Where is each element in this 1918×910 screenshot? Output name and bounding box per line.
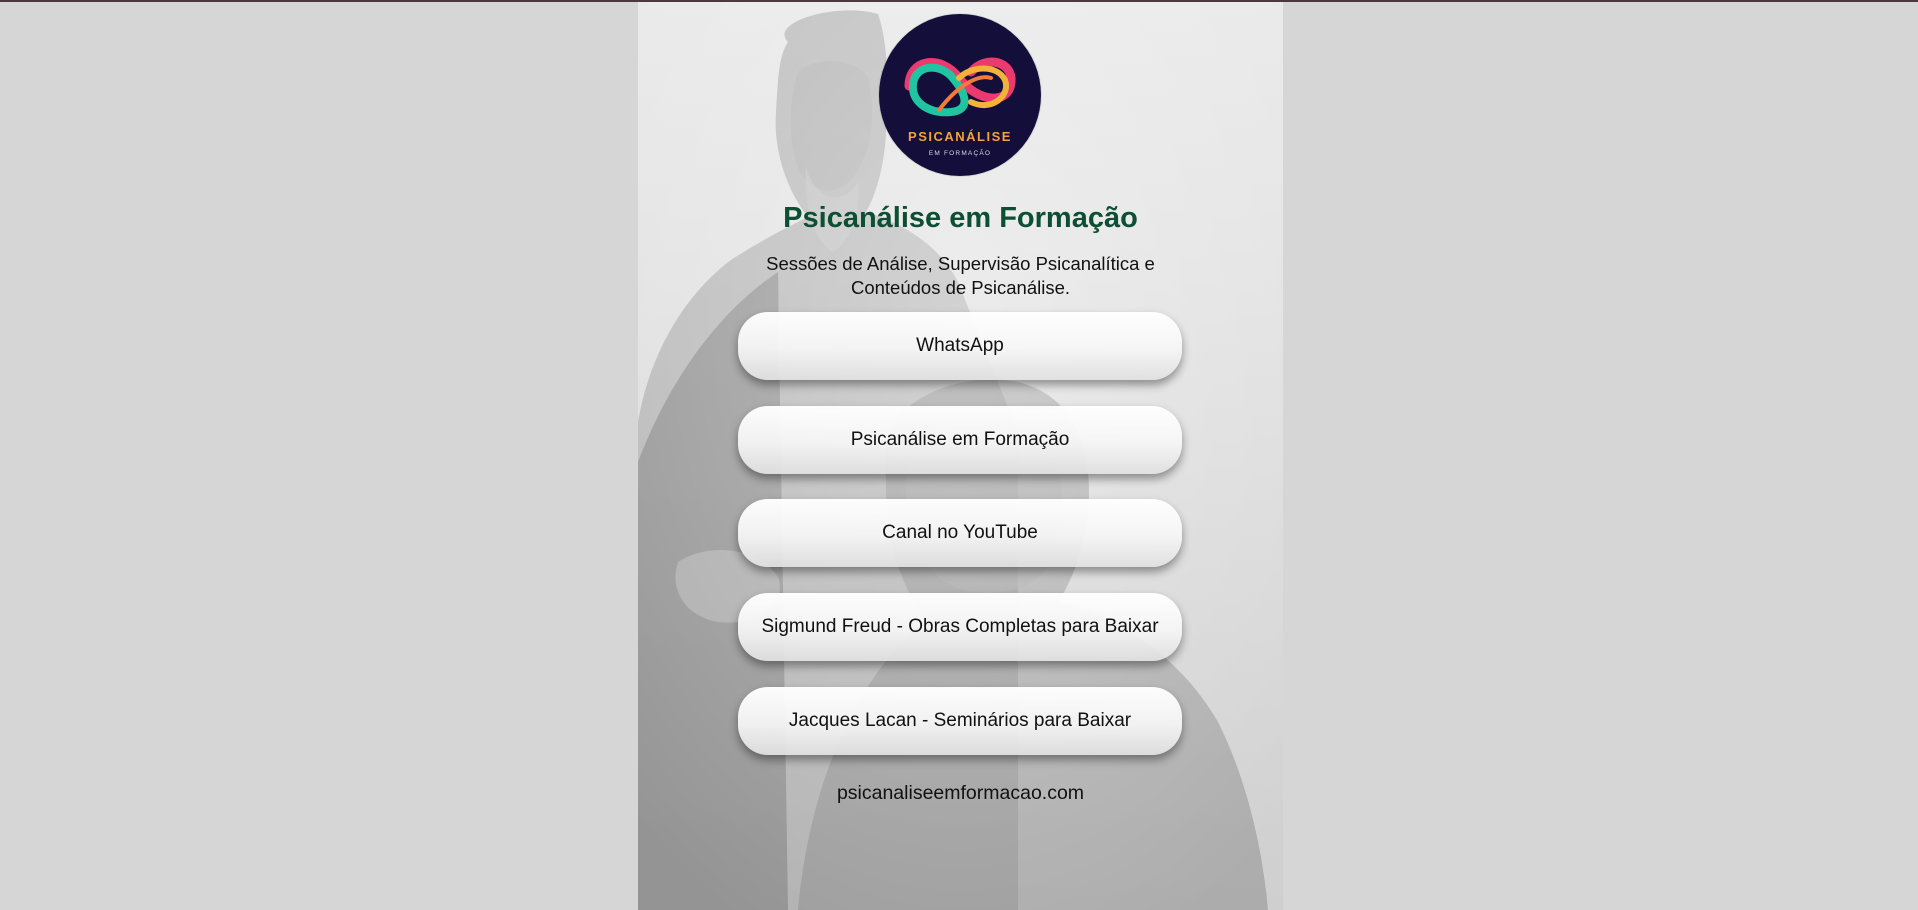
profile-description: Sessões de Análise, Supervisão Psicanalí… bbox=[766, 253, 1155, 298]
logo-subtitle: EM FORMAÇÃO bbox=[928, 150, 992, 157]
youtube-channel-link-button[interactable]: Canal no YouTube bbox=[738, 499, 1182, 567]
website-link[interactable]: psicanaliseemformacao.com bbox=[638, 782, 1283, 805]
logo-wordmark: PSICANÁLISE bbox=[908, 129, 1012, 144]
freud-complete-works-link-button[interactable]: Sigmund Freud - Obras Completas para Bai… bbox=[738, 593, 1182, 661]
profile-content: PSICANÁLISE EM FORMAÇÃO Psicanálise em F… bbox=[638, 2, 1283, 910]
link-page-panel: PSICANÁLISE EM FORMAÇÃO Psicanálise em F… bbox=[638, 2, 1283, 910]
lacan-seminars-link-button[interactable]: Jacques Lacan - Seminários para Baixar bbox=[738, 687, 1182, 755]
profile-title: Psicanálise em Formação bbox=[783, 202, 1138, 234]
whatsapp-link-button[interactable]: WhatsApp bbox=[738, 312, 1182, 380]
brand-logo[interactable]: PSICANÁLISE EM FORMAÇÃO bbox=[879, 14, 1041, 176]
psicanalise-em-formacao-link-button[interactable]: Psicanálise em Formação bbox=[738, 406, 1182, 474]
